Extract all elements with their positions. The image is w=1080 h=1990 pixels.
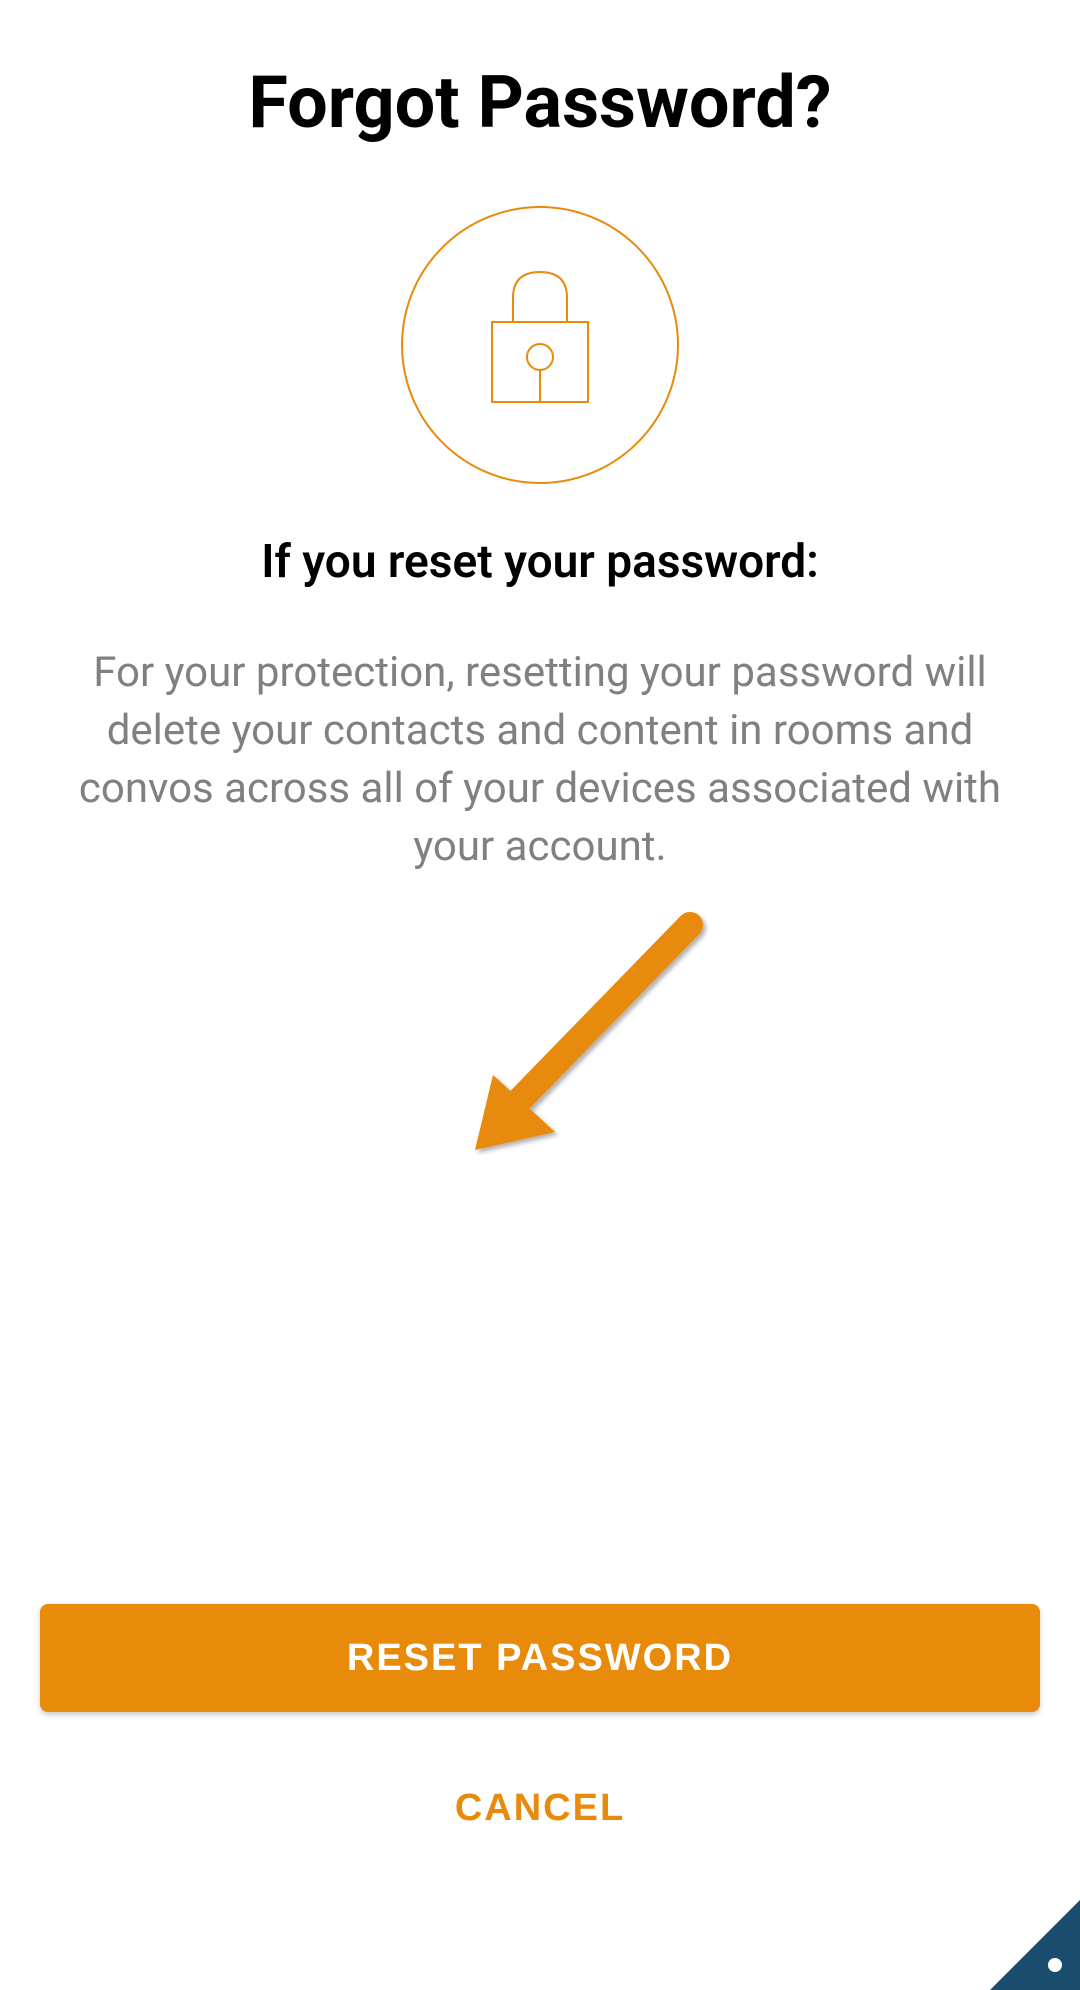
lock-icon — [400, 205, 680, 485]
corner-decoration — [990, 1900, 1080, 1990]
warning-description: For your protection, resetting your pass… — [40, 644, 1040, 876]
cancel-button[interactable]: CANCEL — [40, 1787, 1040, 1830]
subtitle: If you reset your password: — [261, 535, 818, 589]
page-title: Forgot Password? — [248, 60, 831, 145]
corner-dot-icon — [1048, 1958, 1062, 1972]
reset-password-button[interactable]: RESET PASSWORD — [40, 1604, 1040, 1712]
